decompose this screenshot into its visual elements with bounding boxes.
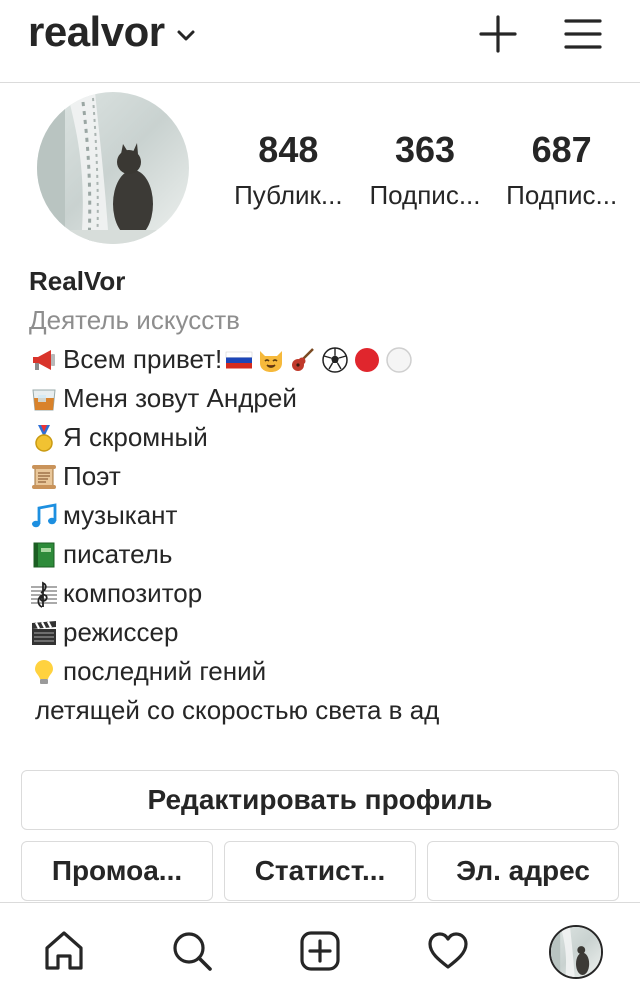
stat-posts[interactable]: 848 Публик... bbox=[220, 128, 357, 211]
stat-label: Подпис... bbox=[369, 180, 481, 210]
home-icon bbox=[45, 931, 83, 970]
stat-label: Подпис... bbox=[506, 180, 618, 210]
guitar-icon bbox=[292, 347, 315, 371]
bio-line: режиссер bbox=[29, 613, 629, 652]
red-circle-icon bbox=[355, 347, 380, 372]
hamburger-menu-icon bbox=[564, 19, 602, 49]
bio-text: писатель bbox=[63, 539, 173, 569]
new-post-icon bbox=[300, 931, 340, 971]
bio-line: летящей со скоростью света в ад bbox=[29, 691, 629, 730]
cat-face-icon bbox=[260, 350, 283, 372]
clapper-board-icon bbox=[32, 620, 56, 645]
profile-avatar[interactable] bbox=[37, 92, 189, 244]
username: realvor bbox=[28, 8, 165, 55]
profile-name: RealVor bbox=[29, 266, 126, 296]
bio-line: последний гений bbox=[29, 652, 629, 691]
stat-followers[interactable]: 363 Подпис... bbox=[357, 128, 494, 211]
soccer-ball-icon bbox=[322, 346, 348, 373]
menu-button[interactable] bbox=[561, 12, 605, 56]
chevron-down-icon bbox=[177, 30, 195, 41]
account-switcher[interactable]: realvor bbox=[28, 8, 197, 56]
heart-icon bbox=[428, 932, 468, 969]
bio-text: последний гений bbox=[63, 656, 267, 686]
profile-bio: RealVor Деятель искусств Всем привет! Ме… bbox=[29, 262, 629, 730]
white-circle-icon bbox=[386, 346, 412, 373]
nav-search[interactable] bbox=[166, 925, 218, 977]
promotions-button[interactable]: Промоа... bbox=[21, 841, 213, 901]
bio-text: Я скромный bbox=[63, 422, 208, 452]
green-book-icon bbox=[33, 542, 55, 567]
bio-line: писатель bbox=[29, 535, 629, 574]
top-bar: realvor bbox=[0, 0, 640, 83]
bio-text: режиссер bbox=[63, 617, 179, 647]
nav-profile-avatar[interactable] bbox=[549, 925, 603, 979]
bio-line: музыкант bbox=[29, 496, 629, 535]
bio-text: Всем привет! bbox=[63, 344, 223, 374]
stat-value: 363 bbox=[394, 129, 456, 170]
bio-text: композитор bbox=[63, 578, 203, 608]
bio-text: Поэт bbox=[63, 461, 121, 491]
stat-following[interactable]: 687 Подпис... bbox=[493, 128, 630, 211]
stat-value: 687 bbox=[531, 129, 592, 170]
light-bulb-icon bbox=[35, 659, 53, 684]
musical-score-icon bbox=[31, 581, 57, 608]
nav-new-post[interactable] bbox=[294, 925, 346, 977]
bio-text: летящей со скоростью света в ад bbox=[35, 695, 440, 725]
megaphone-icon bbox=[33, 349, 55, 370]
stat-value: 848 bbox=[258, 129, 319, 170]
new-post-button[interactable] bbox=[476, 12, 520, 56]
bottom-nav bbox=[0, 902, 640, 1001]
bio-line: Я скромный bbox=[29, 418, 629, 457]
profile-avatar-small bbox=[551, 927, 601, 977]
bio-line: Поэт bbox=[29, 457, 629, 496]
insights-button[interactable]: Статист... bbox=[224, 841, 416, 901]
profile-category: Деятель искусств bbox=[29, 305, 240, 335]
search-icon bbox=[173, 932, 212, 971]
bio-text: Меня зовут Андрей bbox=[63, 383, 297, 413]
music-notes-icon bbox=[32, 502, 57, 527]
russia-flag-icon bbox=[225, 351, 253, 368]
nav-activity[interactable] bbox=[422, 925, 474, 977]
edit-profile-button[interactable]: Редактировать профиль bbox=[21, 770, 619, 830]
email-button[interactable]: Эл. адрес bbox=[427, 841, 619, 901]
bio-line: композитор bbox=[29, 574, 629, 613]
plus-icon bbox=[479, 15, 517, 53]
nav-home[interactable] bbox=[38, 925, 90, 977]
medal-icon bbox=[35, 424, 53, 452]
stat-label: Публик... bbox=[234, 180, 343, 210]
whisky-glass-icon bbox=[32, 389, 56, 410]
bio-text: музыкант bbox=[63, 500, 178, 530]
profile-stats: 848 Публик... 363 Подпис... 687 Подпис..… bbox=[220, 128, 630, 211]
bio-line: Всем привет! bbox=[29, 340, 629, 379]
scroll-icon bbox=[32, 464, 56, 489]
bio-line: Меня зовут Андрей bbox=[29, 379, 629, 418]
avatar-image bbox=[37, 92, 189, 244]
